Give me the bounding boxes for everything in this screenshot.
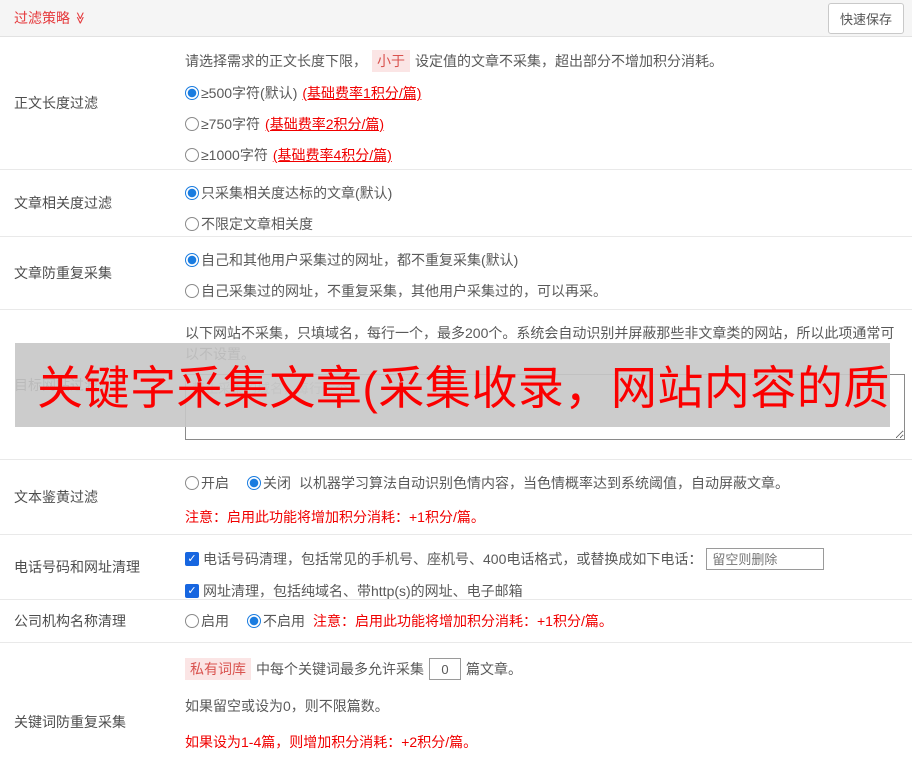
radio-dedup-all-icon[interactable] — [185, 253, 199, 267]
company-on-label[interactable]: 启用 — [201, 611, 229, 631]
row-relevance-filter: 文章相关度过滤 只采集相关度达标的文章(默认) 不限定文章相关度 — [0, 170, 912, 237]
keyword-note-cost: 如果设为1-4篇，则增加积分消耗：+2积分/篇。 — [185, 734, 478, 750]
radio-relevance-any-icon[interactable] — [185, 217, 199, 231]
row-dedup-filter: 文章防重复采集 自己和其他用户采集过的网址，都不重复采集(默认) 自己采集过的网… — [0, 237, 912, 310]
quick-save-button[interactable]: 快速保存 — [827, 2, 904, 34]
dedup-option-2[interactable]: 自己采集过的网址，不重复采集，其他用户采集过的，可以再采。 — [185, 281, 904, 301]
company-note: 注意：启用此功能将增加积分消耗：+1积分/篇。 — [313, 613, 613, 629]
porn-on-label[interactable]: 开启 — [201, 473, 229, 493]
length-intro: 请选择需求的正文长度下限， 小于 设定值的文章不采集，超出部分不增加积分消耗。 — [185, 50, 904, 72]
row-label-relevance: 文章相关度过滤 — [14, 195, 112, 211]
row-label-content-length: 正文长度过滤 — [14, 95, 98, 111]
checkbox-phone-clean-icon[interactable] — [185, 552, 199, 566]
row-label-company: 公司机构名称清理 — [14, 613, 126, 629]
radio-dedup-own-icon[interactable] — [185, 284, 199, 298]
row-label-dedup: 文章防重复采集 — [14, 265, 112, 281]
dedup-option-2-label: 自己采集过的网址，不重复采集，其他用户采集过的，可以再采。 — [201, 283, 607, 299]
keyword-note-zero: 如果留空或设为0，则不限篇数。 — [185, 698, 389, 714]
keyword-max-count-input[interactable] — [429, 658, 461, 680]
company-off-label[interactable]: 不启用 — [263, 611, 305, 631]
phone-clean-option: 电话号码清理，包括常见的手机号、座机号、400电话格式，或替换成如下电话： — [185, 548, 904, 570]
length-option-1000-label: ≥1000字符 — [201, 147, 268, 163]
row-label-keyword: 关键词防重复采集 — [14, 714, 126, 730]
length-option-500[interactable]: ≥500字符(默认) (基础费率1积分/篇) — [185, 83, 904, 103]
length-option-750-note: (基础费率2积分/篇) — [265, 116, 385, 132]
watermark-overlay: 关键字采集文章(采集收录，网站内容的质量 — [15, 343, 890, 427]
row-phone-url-clean: 电话号码和网址清理 电话号码清理，包括常见的手机号、座机号、400电话格式，或替… — [0, 535, 912, 600]
row-content: 私有词库 中每个关键词最多允许采集 篇文章。 如果留空或设为0，则不限篇数。 如… — [185, 643, 912, 768]
length-option-500-label: ≥500字符(默认) — [201, 85, 298, 101]
porn-options: 开启 关闭 以机器学习算法自动识别色情内容，当色情概率达到系统阈值，自动屏蔽文章… — [185, 473, 904, 493]
radio-1000-icon[interactable] — [185, 148, 199, 162]
row-label-porn: 文本鉴黄过滤 — [14, 489, 98, 505]
length-option-500-note: (基础费率1积分/篇) — [302, 85, 422, 101]
radio-relevance-strict-icon[interactable] — [185, 186, 199, 200]
keyword-limit-line: 私有词库 中每个关键词最多允许采集 篇文章。 — [185, 658, 904, 680]
porn-desc: 以机器学习算法自动识别色情内容，当色情概率达到系统阈值，自动屏蔽文章。 — [299, 475, 789, 491]
private-lexicon-badge[interactable]: 私有词库 — [185, 658, 251, 680]
porn-off-label[interactable]: 关闭 — [263, 473, 291, 493]
row-content: 启用 不启用 注意：启用此功能将增加积分消耗：+1积分/篇。 — [185, 600, 912, 642]
relevance-option-2[interactable]: 不限定文章相关度 — [185, 214, 904, 234]
page-title-label: 过滤策略 — [14, 10, 70, 26]
company-options: 启用 不启用 注意：启用此功能将增加积分消耗：+1积分/篇。 — [185, 611, 904, 631]
porn-note: 注意：启用此功能将增加积分消耗：+1积分/篇。 — [185, 509, 485, 525]
page-title[interactable]: 过滤策略 — [14, 8, 87, 28]
length-option-750-label: ≥750字符 — [201, 116, 261, 132]
row-content: 请选择需求的正文长度下限， 小于 设定值的文章不采集，超出部分不增加积分消耗。 … — [185, 37, 912, 169]
dedup-option-1-label: 自己和其他用户采集过的网址，都不重复采集(默认) — [201, 252, 519, 268]
row-content: 只采集相关度达标的文章(默认) 不限定文章相关度 — [185, 170, 912, 236]
length-intro-post: 设定值的文章不采集，超出部分不增加积分消耗。 — [415, 53, 723, 69]
phone-clean-label: 电话号码清理，包括常见的手机号、座机号、400电话格式，或替换成如下电话： — [203, 551, 703, 567]
length-option-1000[interactable]: ≥1000字符 (基础费率4积分/篇) — [185, 145, 904, 165]
row-content: 电话号码清理，包括常见的手机号、座机号、400电话格式，或替换成如下电话： 网址… — [185, 535, 912, 599]
row-company-clean: 公司机构名称清理 启用 不启用 注意：启用此功能将增加积分消耗：+1积分/篇。 — [0, 600, 912, 643]
row-porn-filter: 文本鉴黄过滤 开启 关闭 以机器学习算法自动识别色情内容，当色情概率达到系统阈值… — [0, 460, 912, 535]
chevron-double-down-icon — [74, 12, 86, 25]
replacement-phone-input[interactable] — [706, 548, 825, 570]
dedup-option-1[interactable]: 自己和其他用户采集过的网址，都不重复采集(默认) — [185, 250, 904, 270]
radio-500-icon[interactable] — [185, 86, 199, 100]
length-option-1000-note: (基础费率4积分/篇) — [272, 147, 392, 163]
row-content: 自己和其他用户采集过的网址，都不重复采集(默认) 自己采集过的网址，不重复采集，… — [185, 237, 912, 309]
relevance-option-1[interactable]: 只采集相关度达标的文章(默认) — [185, 183, 904, 203]
length-option-750[interactable]: ≥750字符 (基础费率2积分/篇) — [185, 114, 904, 134]
row-content: 开启 关闭 以机器学习算法自动识别色情内容，当色情概率达到系统阈值，自动屏蔽文章… — [185, 460, 912, 534]
relevance-option-1-label: 只采集相关度达标的文章(默认) — [201, 185, 393, 201]
row-content-length-filter: 正文长度过滤 请选择需求的正文长度下限， 小于 设定值的文章不采集，超出部分不增… — [0, 37, 912, 170]
radio-company-on-icon[interactable] — [185, 614, 199, 628]
radio-company-off-icon[interactable] — [247, 614, 261, 628]
checkbox-url-clean-icon[interactable] — [185, 584, 199, 598]
row-label-phone: 电话号码和网址清理 — [14, 559, 140, 575]
keyword-limit-end: 篇文章。 — [466, 661, 522, 677]
header-bar: 过滤策略 快速保存 — [0, 0, 912, 37]
length-intro-pre: 请选择需求的正文长度下限， — [185, 53, 367, 69]
radio-porn-off-icon[interactable] — [247, 476, 261, 490]
filter-settings-page: 过滤策略 快速保存 正文长度过滤 请选择需求的正文长度下限， 小于 设定值的文章… — [0, 0, 912, 768]
radio-porn-on-icon[interactable] — [185, 476, 199, 490]
row-keyword-dedup: 关键词防重复采集 私有词库 中每个关键词最多允许采集 篇文章。 如果留空或设为0… — [0, 643, 912, 768]
url-clean-option: 网址清理，包括纯域名、带http(s)的网址、电子邮箱 — [185, 581, 904, 601]
less-than-badge: 小于 — [372, 50, 410, 72]
url-clean-label: 网址清理，包括纯域名、带http(s)的网址、电子邮箱 — [203, 583, 523, 599]
relevance-option-2-label: 不限定文章相关度 — [201, 216, 313, 232]
keyword-limit-mid: 中每个关键词最多允许采集 — [256, 661, 424, 677]
radio-750-icon[interactable] — [185, 117, 199, 131]
